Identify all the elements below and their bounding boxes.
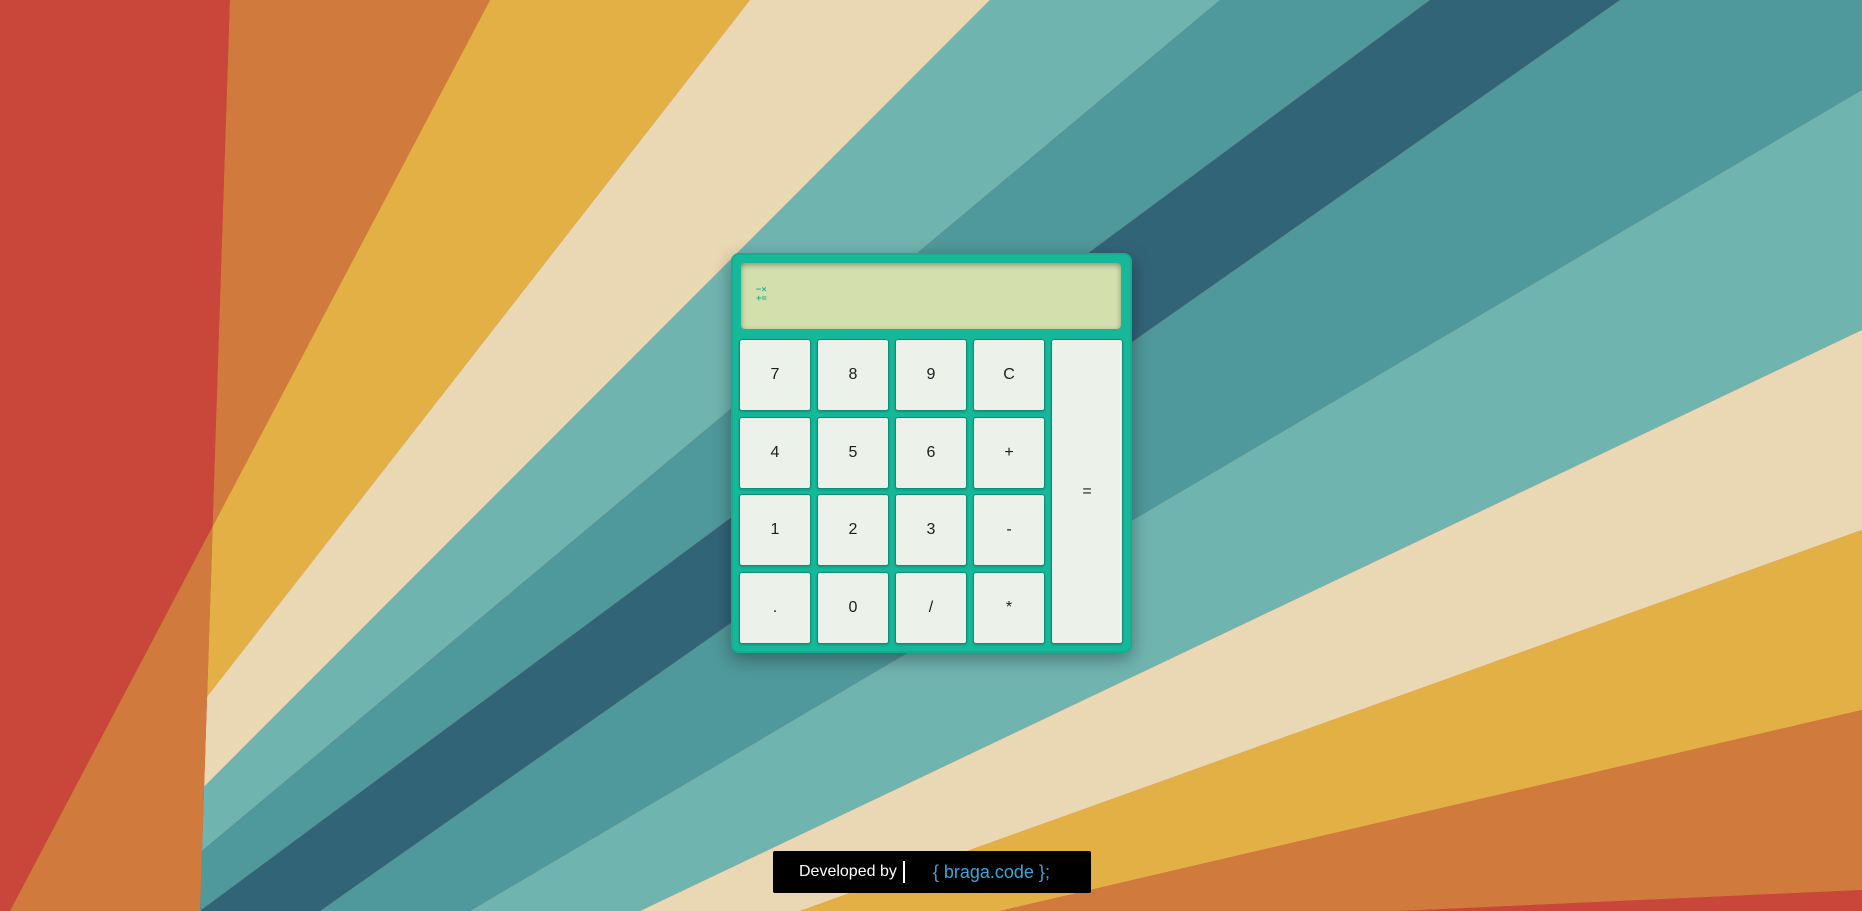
calculator-icon: −× += [756, 285, 767, 304]
plus-button[interactable]: + [973, 417, 1045, 489]
key-4[interactable]: 4 [739, 417, 811, 489]
key-9[interactable]: 9 [895, 339, 967, 411]
calculator-display: −× += [741, 263, 1121, 329]
key-1[interactable]: 1 [739, 494, 811, 566]
developer-credit: Developed by { braga.code }; [773, 851, 1091, 893]
brand-link[interactable]: { braga.code }; [933, 862, 1050, 883]
decimal-button[interactable]: . [739, 572, 811, 644]
text-cursor [902, 861, 905, 883]
key-7[interactable]: 7 [739, 339, 811, 411]
equals-button[interactable]: = [1051, 339, 1123, 644]
divide-button[interactable]: / [895, 572, 967, 644]
key-3[interactable]: 3 [895, 494, 967, 566]
minus-button[interactable]: - [973, 494, 1045, 566]
clear-button[interactable]: C [973, 339, 1045, 411]
key-8[interactable]: 8 [817, 339, 889, 411]
key-6[interactable]: 6 [895, 417, 967, 489]
credit-label: Developed by [799, 863, 897, 880]
key-5[interactable]: 5 [817, 417, 889, 489]
key-2[interactable]: 2 [817, 494, 889, 566]
keypad: 7 8 9 C = 4 5 6 + 1 2 3 - . 0 / * [739, 339, 1126, 646]
key-0[interactable]: 0 [817, 572, 889, 644]
multiply-button[interactable]: * [973, 572, 1045, 644]
calculator: −× += 7 8 9 C = 4 5 6 + 1 2 3 - . 0 / * [731, 253, 1132, 653]
